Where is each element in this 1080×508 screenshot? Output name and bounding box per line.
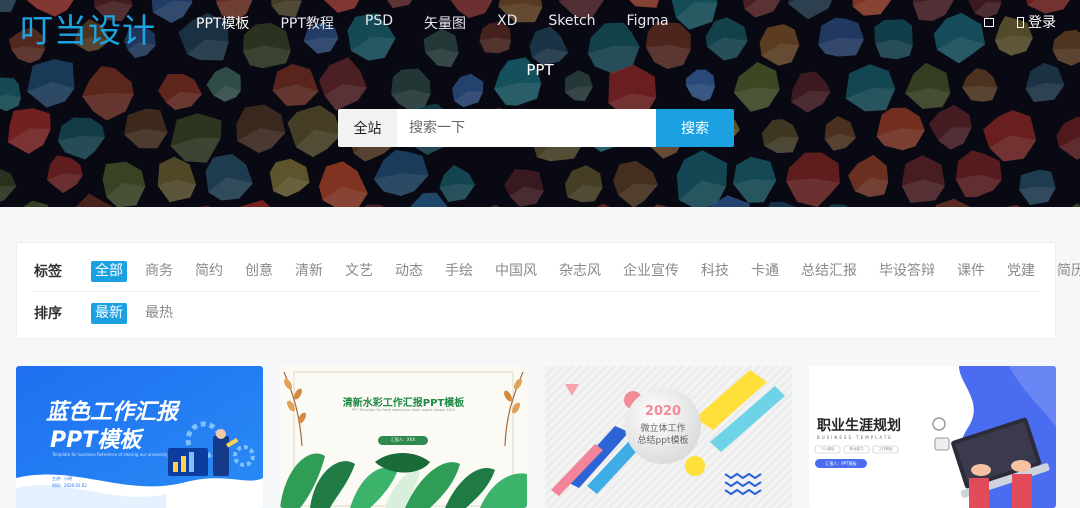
tag-filter-row: 标签 全部 商务 简约 创意 清新 文艺 动态 手绘 中国风 杂志风 企业宣传 … [34, 260, 1080, 282]
card-tag: 个人规划 [820, 447, 835, 451]
user-icon [1017, 16, 1024, 28]
sort-filter-label: 排序 [34, 306, 62, 322]
tag-chip[interactable]: 党建 [1003, 261, 1039, 282]
nav-xd[interactable]: XD [497, 13, 517, 33]
sort-filter-row: 排序 最新 最热 [34, 302, 191, 324]
filter-panel: 标签 全部 商务 简约 创意 清新 文艺 动态 手绘 中国风 杂志风 企业宣传 … [16, 242, 1080, 339]
filter-divider [34, 291, 1039, 292]
card-subtitle: PPT Template for fresh watercolor work r… [351, 408, 456, 412]
tag-chip-all[interactable]: 全部 [91, 260, 127, 282]
card-title: 总结ppt模板 [637, 436, 689, 446]
card-subtitle: BUSINESS TEMPLATE [817, 435, 893, 440]
search-bar: 全站 搜索 [338, 109, 734, 147]
nav-ppt-tutorials[interactable]: PPT教程 [280, 13, 333, 33]
tag-chip[interactable]: 卡通 [747, 261, 783, 282]
tag-chip[interactable]: 动态 [391, 261, 427, 282]
card-title: 清新水彩工作汇报PPT模板 [342, 398, 465, 409]
search-scope-select[interactable]: 全站 [338, 109, 397, 147]
card-presenter: 汇报人：XXX [390, 437, 416, 442]
template-card[interactable]: 清新水彩工作汇报PPT模板 PPT Template for fresh wat… [280, 366, 527, 508]
template-card[interactable]: 2020 微立体工作 总结ppt模板 [545, 366, 792, 508]
tag-chip[interactable]: 文艺 [341, 261, 377, 282]
template-card[interactable]: 蓝色工作汇报 PPT模板 Template for business Refer… [16, 366, 263, 508]
card-presenter: 主讲：小明 [52, 476, 72, 481]
nav-figma[interactable]: Figma [627, 13, 669, 33]
search-input[interactable] [397, 109, 656, 147]
tag-chip[interactable]: 中国风 [491, 261, 541, 282]
tag-filter-label: 标签 [34, 264, 62, 280]
card-title: PPT模板 [50, 428, 142, 453]
tag-chip[interactable]: 课件 [953, 261, 989, 282]
site-logo[interactable]: 叮当设计 [20, 4, 156, 52]
tag-chip[interactable]: 清新 [291, 261, 327, 282]
card-tag: 工作规划 [878, 447, 893, 451]
tag-chip[interactable]: 毕设答辩 [875, 261, 939, 282]
search-button[interactable]: 搜索 [656, 109, 734, 147]
tag-chip[interactable]: 创意 [241, 261, 277, 282]
tag-chip[interactable]: 商务 [141, 261, 177, 282]
nav-psd[interactable]: PSD [365, 13, 393, 33]
tag-chip[interactable]: 简约 [191, 261, 227, 282]
page-title: PPT [526, 61, 554, 79]
card-title: 职业生涯规划 [817, 418, 901, 434]
card-subtitle: Template for business Reference of shari… [52, 452, 168, 457]
tag-chip[interactable]: 总结汇报 [797, 261, 861, 282]
main-nav: PPT模板 PPT教程 PSD 矢量图 XD Sketch Figma [196, 13, 700, 33]
login-button[interactable]: 登录 [1017, 12, 1056, 32]
card-presenter: 汇报人：PPT模板 [825, 461, 857, 466]
template-card[interactable]: 职业生涯规划 BUSINESS TEMPLATE 个人规划 职业能力 工作规划 … [809, 366, 1056, 508]
hero-banner: 叮当设计 PPT模板 PPT教程 PSD 矢量图 XD Sketch Figma… [0, 0, 1080, 207]
card-date: 时间：2020.02.02 [52, 483, 87, 488]
tag-chip[interactable]: 简历 [1053, 261, 1080, 282]
card-tag: 职业能力 [849, 447, 864, 451]
tag-chip[interactable]: 科技 [697, 261, 733, 282]
message-icon[interactable] [984, 17, 994, 27]
user-area: 登录 [984, 12, 1056, 32]
nav-ppt-templates[interactable]: PPT模板 [196, 13, 249, 33]
card-title: 2020 [644, 404, 682, 419]
sort-chip-newest[interactable]: 最新 [91, 302, 127, 324]
sort-chip-hottest[interactable]: 最热 [141, 303, 177, 324]
tag-chip[interactable]: 手绘 [441, 261, 477, 282]
tag-chip[interactable]: 杂志风 [555, 261, 605, 282]
tag-chip[interactable]: 企业宣传 [619, 261, 683, 282]
nav-vector[interactable]: 矢量图 [424, 13, 466, 33]
nav-sketch[interactable]: Sketch [548, 13, 595, 33]
login-label: 登录 [1028, 15, 1056, 31]
